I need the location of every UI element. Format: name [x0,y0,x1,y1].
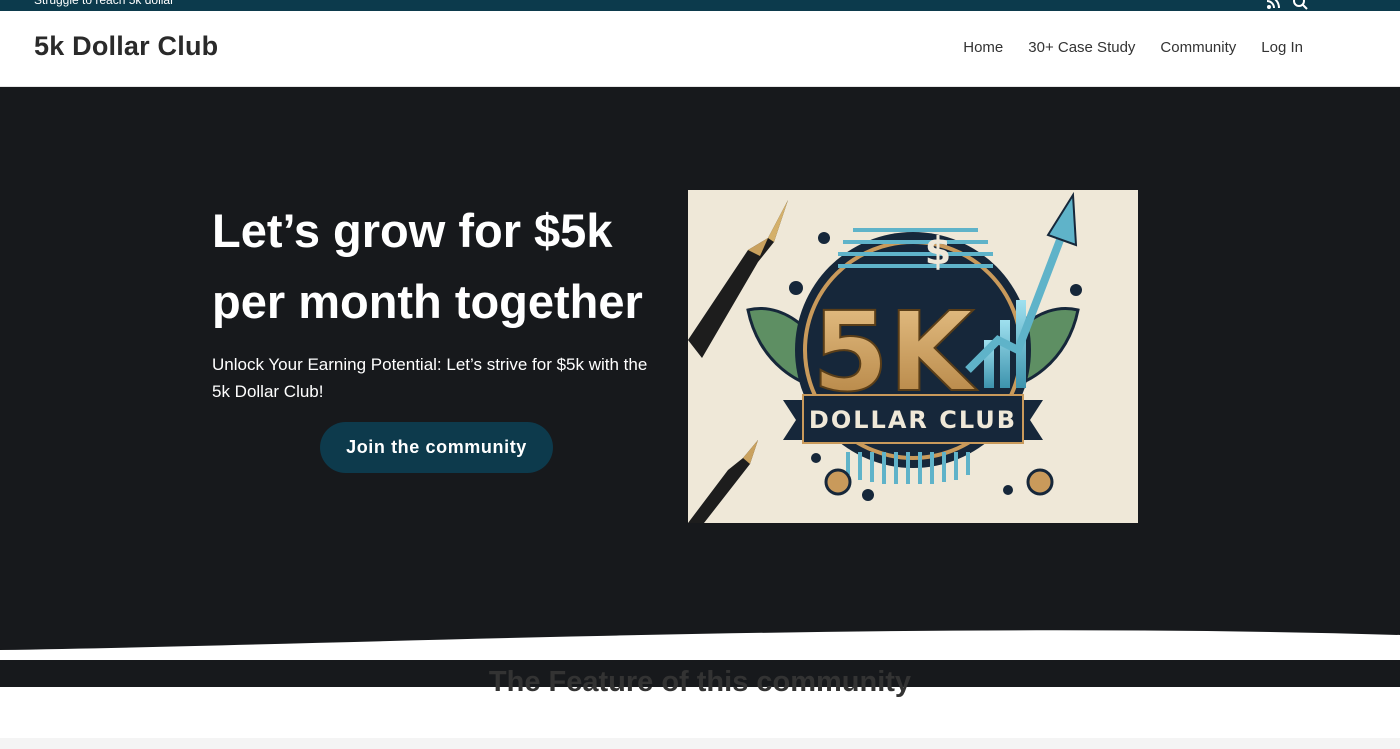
nav-login[interactable]: Log In [1261,39,1303,56]
hero-subtitle: Unlock Your Earning Potential: Let’s str… [212,355,648,401]
wave-divider [0,630,1400,660]
join-community-button[interactable]: Join the community [320,422,553,473]
nav-case-study[interactable]: 30+ Case Study [1028,39,1135,56]
club-logo-image: $ 5K DOLLAR CLUB [688,190,1138,523]
svg-text:DOLLAR CLUB: DOLLAR CLUB [809,406,1017,434]
nav-home[interactable]: Home [963,39,1003,56]
nav-community[interactable]: Community [1160,39,1236,56]
features-title: The Feature of this community [488,666,912,698]
hero-section: Let’s grow for $5k per month together Un… [0,87,1400,687]
topbar-icons [1266,0,1308,10]
search-icon[interactable] [1292,0,1308,10]
rss-icon[interactable] [1266,0,1280,10]
site-tagline: Struggle to reach 5k dollar [34,0,175,7]
svg-text:$: $ [925,229,951,273]
hero-title: Let’s grow for $5k per month together [212,204,643,328]
main-nav: Home 30+ Case Study Community Log In [963,39,1303,56]
section-divider [0,738,1400,749]
top-bar: Struggle to reach 5k dollar [0,0,1400,11]
site-title-link[interactable]: 5k Dollar Club [34,31,218,62]
site-header: 5k Dollar Club Home 30+ Case Study Commu… [0,11,1400,87]
